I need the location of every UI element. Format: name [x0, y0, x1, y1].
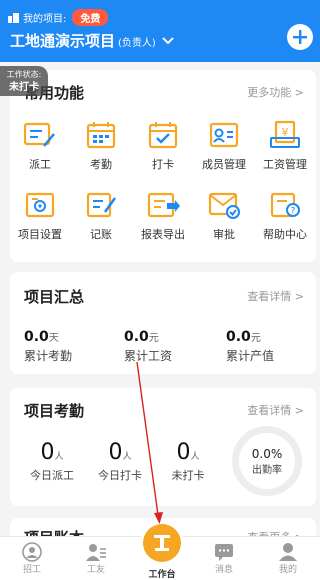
function-report-export[interactable]: 报表导出 [133, 190, 193, 242]
stat-total-attendance: 0.0天 累计考勤 [24, 326, 72, 364]
project-summary-title: 项目汇总 [24, 288, 85, 306]
stat-label: 累计工资 [124, 349, 173, 363]
project-name: 工地通演示项目 [10, 32, 116, 50]
function-label: 审批 [213, 228, 235, 241]
function-help-center[interactable]: ? 帮助中心 [255, 190, 315, 242]
tab-label: 招工 [22, 565, 41, 575]
approval-icon [208, 192, 240, 219]
stat-unit: 人 [190, 452, 200, 462]
stat-unit: 元 [148, 333, 159, 344]
stat-total-output: 0.0元 累计产值 [226, 326, 274, 364]
stat-value: 0 [108, 440, 123, 465]
function-clock-in[interactable]: 打卡 [133, 120, 193, 172]
add-button[interactable] [287, 24, 313, 50]
project-role: (负责人) [118, 38, 156, 49]
project-attendance-card: 项目考勤 查看详情 > 0人 今日派工 0人 今日打卡 0人 未打卡 0.0% … [10, 388, 316, 506]
profile-icon [279, 543, 297, 561]
more-functions-link[interactable]: 更多功能 > [247, 84, 304, 100]
project-settings-icon [25, 192, 55, 218]
clock-in-icon [148, 122, 178, 149]
tab-label: 工友 [86, 565, 105, 575]
function-bookkeeping[interactable]: 记账 [71, 190, 131, 242]
message-icon [215, 544, 233, 561]
project-switcher[interactable]: 工地通演示项目 (负责人) [10, 30, 174, 51]
attendance-details-link[interactable]: 查看详情 > [247, 402, 304, 418]
top-header: 我的项目: 免费 工地通演示项目 (负责人) [0, 0, 320, 62]
stat-label: 未打卡 [171, 469, 205, 482]
project-prefix-row: 我的项目: 免费 [8, 9, 109, 26]
free-badge: 免费 [72, 9, 109, 26]
function-attendance[interactable]: 考勤 [71, 120, 131, 172]
attendance-rate-label: 出勤率 [252, 464, 282, 476]
stat-value: 0.0 [24, 329, 49, 345]
project-attendance-title: 项目考勤 [24, 402, 85, 420]
work-status-label: 工作状态: [6, 70, 42, 79]
svg-text:?: ? [291, 207, 296, 217]
tab-label: 我的 [278, 565, 297, 575]
project-prefix-label: 我的项目: [23, 14, 67, 25]
function-label: 报表导出 [141, 228, 185, 241]
stat-value: 0 [40, 440, 55, 465]
tab-workmates[interactable]: 工友 [64, 537, 128, 580]
tab-recruit[interactable]: 招工 [0, 537, 64, 580]
workmates-icon [86, 544, 106, 561]
stat-label: 今日派工 [30, 469, 74, 482]
attendance-rate-ring: 0.0% 出勤率 [232, 426, 302, 496]
function-label: 帮助中心 [263, 228, 307, 241]
tab-label: 消息 [214, 565, 233, 575]
function-label: 项目设置 [18, 228, 62, 241]
tab-workbench[interactable] [143, 524, 181, 562]
attendance-rate-value: 0.0% [251, 446, 283, 461]
function-label: 打卡 [152, 158, 174, 171]
stat-value: 0.0 [124, 329, 149, 345]
stat-not-clocked-in: 0人 未打卡 [158, 440, 218, 483]
stat-unit: 元 [250, 333, 261, 344]
function-dispatch[interactable]: 派工 [10, 120, 70, 172]
attendance-calendar-icon [86, 122, 116, 149]
stat-label: 累计考勤 [24, 349, 73, 363]
function-label: 成员管理 [202, 158, 246, 171]
tab-profile[interactable]: 我的 [256, 537, 320, 580]
stat-label: 今日打卡 [98, 469, 142, 482]
function-label: 工资管理 [263, 158, 307, 171]
tab-message[interactable]: 消息 [192, 537, 256, 580]
recruit-icon [22, 542, 42, 562]
work-status-value: 未打卡 [9, 82, 39, 93]
function-label: 记账 [90, 228, 112, 241]
stat-today-clock-in: 0人 今日打卡 [90, 440, 150, 483]
stat-unit: 人 [54, 452, 64, 462]
function-label: 考勤 [90, 158, 112, 171]
bookkeeping-icon [86, 192, 117, 218]
common-functions-card: 常用功能 更多功能 > 派工 考勤 打卡 成员管理 ¥ 工资管理 项目设置 记账… [10, 70, 316, 262]
stat-value: 0 [176, 440, 191, 465]
salary-management-icon: ¥ [270, 120, 300, 148]
function-label: 派工 [29, 158, 51, 171]
function-project-settings[interactable]: 项目设置 [10, 190, 70, 242]
function-member-management[interactable]: 成员管理 [194, 120, 254, 172]
stat-unit: 天 [48, 333, 59, 344]
plus-icon [293, 30, 307, 44]
workbench-icon [154, 535, 170, 551]
function-salary-management[interactable]: ¥ 工资管理 [255, 120, 315, 172]
member-management-icon [209, 122, 239, 148]
report-export-icon [147, 192, 180, 218]
project-summary-card: 项目汇总 查看详情 > 0.0天 累计考勤 0.0元 累计工资 0.0元 累计产… [10, 272, 316, 374]
dispatch-icon [23, 122, 55, 147]
summary-details-link[interactable]: 查看详情 > [247, 288, 304, 304]
function-approval[interactable]: 审批 [194, 190, 254, 242]
chevron-down-icon [162, 36, 174, 44]
stat-total-wages: 0.0元 累计工资 [124, 326, 172, 364]
stat-today-dispatch: 0人 今日派工 [22, 440, 82, 483]
work-status-tag[interactable]: 工作状态: 未打卡 [0, 66, 48, 96]
building-icon [8, 12, 19, 23]
help-center-icon: ? [270, 192, 300, 218]
stat-label: 累计产值 [226, 349, 275, 363]
tab-workbench-label: 工作台 [148, 570, 176, 580]
stat-unit: 人 [122, 452, 132, 462]
stat-value: 0.0 [226, 329, 251, 345]
